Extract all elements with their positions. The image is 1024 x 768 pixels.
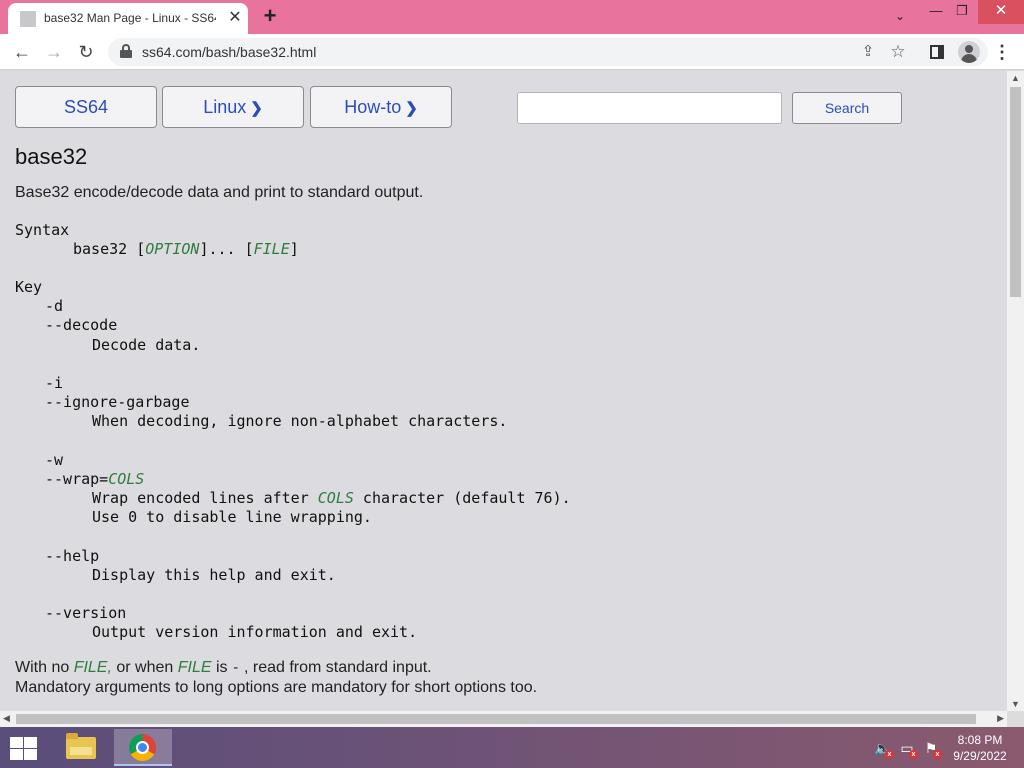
browser-tab[interactable]: base32 Man Page - Linux - SS64.com ✕	[8, 3, 248, 34]
note-1d: , read from standard input.	[243, 659, 432, 676]
syntax-heading: Syntax	[15, 221, 70, 239]
scroll-left-arrow-icon[interactable]: ◀	[3, 713, 10, 724]
note-dash-code: -	[231, 660, 240, 676]
reload-icon[interactable]: ↻	[74, 40, 98, 64]
tab-close-button[interactable]: ✕	[226, 9, 244, 27]
note-1a: With no	[15, 659, 74, 676]
nav-howto-button[interactable]: How-to ❯	[310, 86, 452, 128]
new-tab-button[interactable]: +	[258, 5, 282, 29]
scroll-up-arrow-icon[interactable]: ▲	[1011, 73, 1020, 83]
nav-ss64-label: SS64	[63, 97, 109, 117]
nav-howto-label: How-to	[344, 97, 402, 117]
clock-date: 9/29/2022	[953, 749, 1007, 763]
favicon-icon	[20, 11, 36, 27]
option-version-long: --version	[45, 604, 127, 622]
page-viewport: SS64 Linux ❯ How-to ❯ Search base32 Base32…	[0, 71, 1007, 711]
chevron-right-icon: ❯	[250, 100, 263, 117]
address-bar[interactable]: ss64.com/bash/base32.html ⇪ ☆	[108, 38, 988, 66]
syntax-mid: ]... [	[199, 240, 254, 258]
note-stdin: With no FILE, or when FILE is -, read fro…	[15, 659, 432, 677]
nav-linux-label: Linux	[203, 97, 247, 117]
note-mandatory: Mandatory arguments to long options are …	[15, 679, 538, 696]
scrollbar-corner	[1007, 711, 1024, 727]
taskbar-clock[interactable]: 8:08 PM 9/29/2022	[940, 732, 1020, 764]
note-file-var-1: FILE,	[73, 659, 112, 676]
option-w-desc-1b: character (default 76).	[353, 489, 571, 507]
option-i-short: -i	[45, 374, 64, 392]
clock-time: 8:08 PM	[957, 733, 1003, 747]
vertical-scroll-thumb[interactable]	[1010, 87, 1021, 297]
option-version-desc: Output version information and exit.	[92, 623, 418, 641]
vertical-scrollbar[interactable]: ▲ ▼	[1007, 71, 1024, 711]
syntax-line: base32 [OPTION]... [FILE]	[73, 240, 299, 259]
share-icon[interactable]: ⇪	[856, 40, 880, 64]
option-d-long: --decode	[45, 316, 118, 334]
option-i-long: --ignore-garbage	[45, 393, 190, 411]
file-explorer-icon[interactable]	[58, 729, 102, 766]
tab-strip: base32 Man Page - Linux - SS64.com ✕ + ⌄…	[0, 0, 1024, 34]
key-heading: Key	[15, 278, 43, 296]
browser-toolbar: ← → ↻ ss64.com/bash/base32.html ⇪ ☆ ⋮	[0, 34, 1024, 70]
option-w-desc-2: Use 0 to disable line wrapping.	[92, 508, 372, 526]
option-w-short: -w	[45, 451, 64, 469]
option-w-desc-cols-var: COLS	[317, 489, 354, 507]
note-1b: or when	[111, 659, 178, 676]
horizontal-scrollbar[interactable]: ◀ ▶	[0, 711, 1007, 727]
tab-search-button[interactable]: ⌄	[884, 5, 916, 29]
network-icon[interactable]: ▭ x	[898, 739, 918, 759]
action-center-icon[interactable]: ⚑ x	[922, 739, 942, 759]
option-w-desc-1a: Wrap encoded lines after	[92, 489, 318, 507]
nav-ss64-button[interactable]: SS64	[15, 86, 157, 128]
volume-muted-icon[interactable]: 🔈 x	[874, 739, 894, 759]
star-icon[interactable]: ☆	[886, 40, 910, 64]
horizontal-scroll-thumb[interactable]	[16, 714, 976, 724]
syntax-end: ]	[289, 240, 299, 258]
search-input[interactable]	[517, 92, 782, 124]
chevron-right-icon: ❯	[405, 100, 418, 117]
windows-start-icon[interactable]	[8, 736, 38, 760]
nav-linux-button[interactable]: Linux ❯	[162, 86, 304, 128]
option-help-desc: Display this help and exit.	[92, 566, 336, 584]
syntax-option-var: OPTION	[145, 240, 200, 258]
url-text[interactable]: ss64.com/bash/base32.html	[142, 44, 316, 60]
windows-taskbar: 🔈 x ▭ x ⚑ x 8:08 PM 9/29/2022	[0, 727, 1024, 768]
chrome-taskbar-icon[interactable]	[114, 729, 172, 766]
side-panel-icon[interactable]	[926, 40, 948, 64]
restore-button[interactable]: ❐	[946, 0, 978, 24]
back-arrow-icon[interactable]: ←	[10, 40, 34, 64]
close-window-button[interactable]: ✕	[978, 0, 1024, 24]
scroll-down-arrow-icon[interactable]: ▼	[1011, 699, 1020, 709]
forward-arrow-icon[interactable]: →	[42, 40, 66, 64]
note-file-var-2: FILE	[177, 659, 212, 676]
option-w-cols-var: COLS	[108, 470, 145, 488]
page-title: base32	[15, 144, 88, 169]
syntax-cmd: base32 [	[73, 240, 146, 258]
option-d-desc: Decode data.	[92, 336, 201, 354]
option-w-desc-1: Wrap encoded lines after COLS character …	[92, 489, 571, 508]
scroll-right-arrow-icon[interactable]: ▶	[997, 713, 1004, 724]
option-i-desc: When decoding, ignore non-alphabet chara…	[92, 412, 508, 430]
kebab-menu-icon[interactable]: ⋮	[992, 40, 1012, 64]
lock-icon[interactable]	[120, 44, 132, 58]
search-button[interactable]: Search	[792, 92, 902, 124]
note-1c: is	[211, 659, 228, 676]
profile-icon[interactable]	[958, 41, 980, 63]
option-w-long-prefix: --wrap=	[45, 470, 109, 488]
option-d-short: -d	[45, 297, 64, 315]
option-w-long: --wrap=COLS	[45, 470, 144, 489]
option-help-long: --help	[45, 547, 100, 565]
syntax-file-var: FILE	[253, 240, 290, 258]
page-description: Base32 encode/decode data and print to s…	[15, 184, 424, 201]
tab-title: base32 Man Page - Linux - SS64.com	[44, 11, 216, 25]
